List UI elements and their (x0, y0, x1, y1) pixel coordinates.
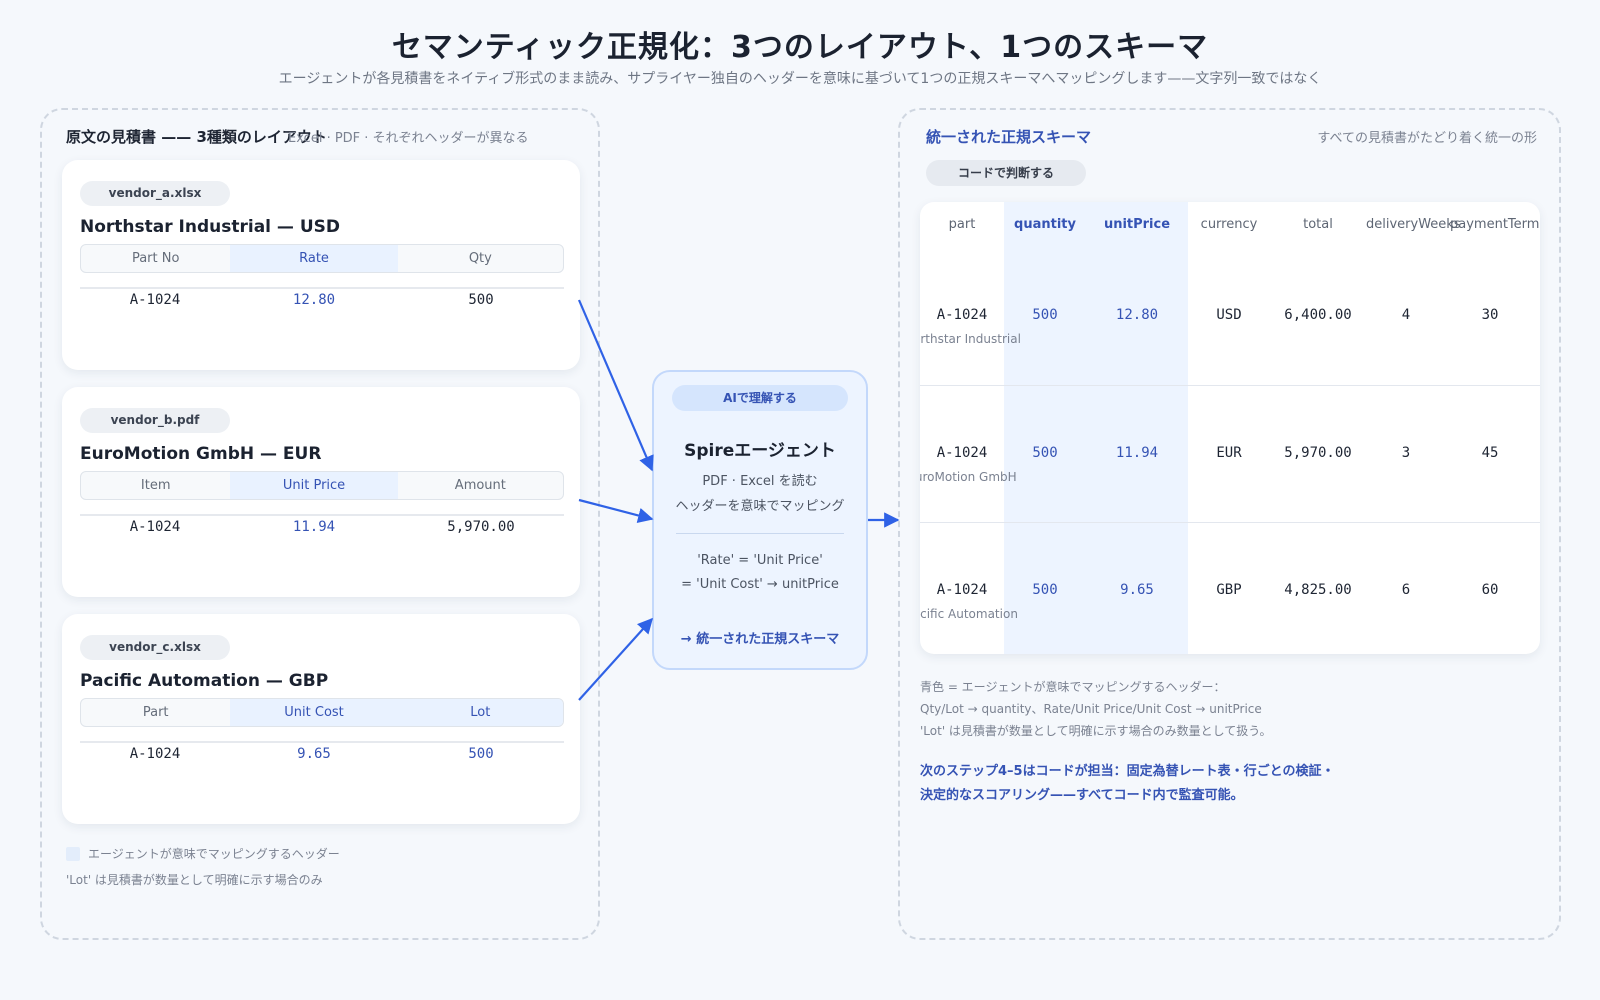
header-row: Item Unit Price Amount (80, 471, 564, 500)
cell-part: A-1024 (936, 445, 988, 461)
agent-divider (676, 533, 844, 534)
legend-label: エージェントが意味でマッピングするヘッダー (88, 847, 340, 861)
quote-card-vendor-c: vendor_c.xlsx Pacific Automation — GBP P… (62, 614, 580, 824)
schema-panel-note: すべての見積書がたどり着く統一の形 (1317, 131, 1537, 146)
table-header: part quantity unitPrice currency total d… (920, 202, 1540, 248)
code-badge: コードで判断する (926, 160, 1086, 186)
cell-part: A-1024 (936, 307, 988, 323)
header-cell: Part No (131, 251, 180, 266)
agent-line-map: ヘッダーを意味でマッピング (675, 499, 845, 514)
cell-currency: EUR (1216, 445, 1242, 461)
file-badge: vendor_a.xlsx (80, 181, 230, 206)
cell-paymentterms: 60 (1481, 582, 1499, 598)
next-steps-line-1: 次のステップ4–5はコードが担当：固定為替レート表・行ごとの検証・ (920, 764, 1335, 779)
cell-unitprice: 11.94 (1115, 445, 1159, 461)
mapped-header-cell: Unit Cost (230, 699, 398, 726)
column-header-quantity: quantity (1014, 217, 1076, 232)
column-header-unitprice: unitPrice (1103, 217, 1171, 232)
header-cell: Item (140, 478, 171, 493)
column-header-part: part (948, 217, 976, 232)
agent-mapping-1: 'Rate' = 'Unit Price' (697, 553, 823, 568)
cell-quantity: 500 (1032, 445, 1058, 461)
header-cell: Part (142, 705, 169, 720)
data-cell: A-1024 (129, 746, 181, 762)
mapping-note-2: Qty/Lot → quantity、Rate/Unit Price/Unit … (920, 702, 1262, 716)
cell-unitprice: 9.65 (1120, 582, 1154, 598)
cell-currency: GBP (1216, 582, 1242, 598)
mapping-note-1: 青色 = エージェントが意味でマッピングするヘッダー： (920, 680, 1226, 694)
agent-mapping-2: = 'Unit Cost' → unitPrice (681, 577, 839, 592)
quote-card-vendor-a: vendor_a.xlsx Northstar Industrial — USD… (62, 160, 580, 370)
spire-agent-box: AIで理解する Spireエージェント PDF · Excel を読む ヘッダー… (652, 370, 868, 670)
cell-total: 6,400.00 (1284, 307, 1352, 323)
cell-part: A-1024 (936, 582, 988, 598)
cell-total: 5,970.00 (1284, 445, 1352, 461)
cell-currency: USD (1216, 307, 1242, 323)
table-row: A-1024 EuroMotion GmbH 500 11.94 EUR 5,9… (920, 385, 1540, 522)
header-cell: Qty (468, 251, 492, 266)
data-cell: A-1024 (129, 292, 181, 308)
mapped-data-cell: 500 (468, 746, 494, 762)
cell-quantity: 500 (1032, 307, 1058, 323)
cell-vendor: Pacific Automation (920, 607, 1018, 621)
legend-note: 'Lot' は見積書が数量として明確に示す場合のみ (66, 873, 323, 887)
source-quotes-panel: 原文の見積書 —— 3種類のレイアウト Excel · PDF · それぞれヘッ… (40, 108, 600, 940)
table-row: A-1024 Pacific Automation 500 9.65 GBP 4… (920, 522, 1540, 654)
cell-quantity: 500 (1032, 582, 1058, 598)
header-cell: Amount (454, 478, 506, 493)
mapped-data-cell: 9.65 (297, 746, 331, 762)
mapped-header-cell: Rate (230, 245, 398, 272)
column-header-currency: currency (1200, 217, 1258, 232)
page-title: セマンティック正規化：3つのレイアウト、1つのスキーマ (391, 30, 1209, 65)
cell-deliveryweeks: 4 (1401, 307, 1411, 323)
data-cell: 5,970.00 (447, 519, 515, 535)
mapped-header-cell: Lot (397, 699, 563, 726)
source-panel-note: Excel · PDF · それぞれヘッダーが異なる (288, 131, 529, 146)
header-row: Part Unit Cost Lot (80, 698, 564, 727)
mapped-data-cell: 12.80 (292, 292, 336, 308)
quote-card-vendor-b: vendor_b.pdf EuroMotion GmbH — EUR Item … (62, 387, 580, 597)
column-header-paymentterms: paymentTerms (1450, 217, 1540, 232)
cell-vendor: Northstar Industrial (920, 332, 1021, 346)
cell-deliveryweeks: 6 (1401, 582, 1411, 598)
cell-vendor: EuroMotion GmbH (920, 470, 1017, 484)
cell-paymentterms: 30 (1481, 307, 1499, 323)
cell-total: 4,825.00 (1284, 582, 1352, 598)
mapped-header-cell: Unit Price (230, 472, 398, 499)
ai-badge: AIで理解する (672, 385, 848, 411)
data-row: A-1024 11.94 5,970.00 (80, 515, 564, 539)
next-steps-line-2: 決定的なスコアリング——すべてコード内で監査可能。 (920, 788, 1244, 803)
canonical-table: part quantity unitPrice currency total d… (920, 202, 1540, 654)
vendor-title: Pacific Automation — GBP (80, 671, 329, 691)
agent-result: → 統一された正規スキーマ (680, 632, 840, 647)
file-badge: vendor_c.xlsx (80, 635, 230, 660)
mapped-data-cell: 11.94 (292, 519, 336, 535)
data-cell: 500 (468, 292, 494, 308)
cell-deliveryweeks: 3 (1401, 445, 1411, 461)
data-row: A-1024 9.65 500 (80, 742, 564, 766)
mapping-note-3: 'Lot' は見積書が数量として明確に示す場合のみ数量として扱う。 (920, 724, 1272, 738)
data-cell: A-1024 (129, 519, 181, 535)
cell-unitprice: 12.80 (1115, 307, 1159, 323)
file-badge: vendor_b.pdf (80, 408, 230, 433)
column-header-total: total (1303, 217, 1333, 232)
legend-swatch (66, 847, 80, 861)
header-row: Part No Rate Qty (80, 244, 564, 273)
page-subtitle: エージェントが各見積書をネイティブ形式のまま読み、サプライヤー独自のヘッダーを意… (278, 71, 1322, 87)
cell-paymentterms: 45 (1481, 445, 1499, 461)
data-row: A-1024 12.80 500 (80, 288, 564, 312)
schema-panel-title: 統一された正規スキーマ (926, 128, 1092, 146)
vendor-title: Northstar Industrial — USD (80, 217, 340, 237)
table-row: A-1024 Northstar Industrial 500 12.80 US… (920, 248, 1540, 385)
agent-line-read: PDF · Excel を読む (702, 474, 818, 489)
column-header-deliveryweeks: deliveryWeeks (1366, 217, 1461, 232)
vendor-title: EuroMotion GmbH — EUR (80, 444, 322, 464)
agent-title: Spireエージェント (684, 441, 836, 461)
canonical-schema-panel: 統一された正規スキーマ すべての見積書がたどり着く統一の形 コードで判断する p… (898, 108, 1561, 940)
